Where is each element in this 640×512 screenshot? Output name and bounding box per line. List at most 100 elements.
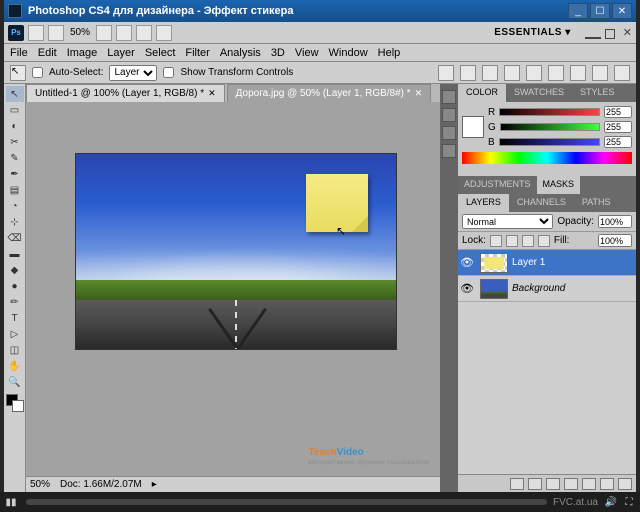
layer-name[interactable]: Background [512,283,565,294]
tab-adjustments[interactable]: ADJUSTMENTS [458,176,537,194]
menu-analysis[interactable]: Analysis [220,47,261,59]
mask-icon[interactable] [546,478,560,490]
menu-select[interactable]: Select [145,47,176,59]
blur-tool[interactable]: ● [6,278,24,294]
distribute-icon[interactable] [570,65,586,81]
layer-name[interactable]: Layer 1 [512,257,545,268]
panel-minimize-icon[interactable] [585,35,601,39]
seek-track[interactable] [26,499,547,505]
marquee-tool[interactable]: ▭ [6,102,24,118]
menu-view[interactable]: View [295,47,319,59]
dock-icon[interactable] [442,126,456,140]
link-icon[interactable] [510,478,524,490]
zoom-select[interactable]: 50% [68,26,92,39]
crop-tool[interactable]: ✎ [6,150,24,166]
path-tool[interactable]: ◫ [6,342,24,358]
layer-row[interactable]: 👁 Background [458,276,636,302]
arrange-icon[interactable] [136,25,152,41]
trash-icon[interactable] [618,478,632,490]
rotate-icon[interactable] [116,25,132,41]
align-icon[interactable] [482,65,498,81]
foreground-swatch[interactable] [462,116,484,138]
layer-row[interactable]: 👁 Layer 1 [458,250,636,276]
close-icon[interactable]: ✕ [208,88,216,99]
g-slider[interactable] [500,123,600,131]
color-spectrum[interactable] [462,152,632,164]
lock-all-icon[interactable] [538,235,550,247]
visibility-icon[interactable]: 👁 [458,282,476,295]
fill-field[interactable] [598,234,632,247]
distribute-icon[interactable] [592,65,608,81]
volume-icon[interactable]: 🔊 [604,495,618,509]
color-swatches[interactable] [6,390,24,412]
hand-tool[interactable]: 🔍 [6,374,24,390]
minimize-button[interactable] [568,3,588,19]
menu-filter[interactable]: Filter [185,47,209,59]
status-doc[interactable]: Doc: 1.66M/2.07M [60,479,142,490]
panel-restore-icon[interactable] [605,29,615,39]
align-icon[interactable] [548,65,564,81]
r-field[interactable] [604,106,632,118]
menu-help[interactable]: Help [378,47,401,59]
tab-masks[interactable]: MASKS [537,176,581,194]
stamp-tool[interactable]: ⊹ [6,214,24,230]
type-tool[interactable]: ▷ [6,326,24,342]
menu-layer[interactable]: Layer [107,47,135,59]
visibility-icon[interactable]: 👁 [458,256,476,269]
canvas-area[interactable]: ↖ [26,102,440,476]
show-transform-checkbox[interactable] [163,67,174,78]
eraser-tool[interactable]: ▬ [6,246,24,262]
gradient-tool[interactable]: ◆ [6,262,24,278]
healing-tool[interactable]: ▤ [6,182,24,198]
panel-close-icon[interactable]: ✕ [623,26,632,39]
eyedropper-tool[interactable]: ✒ [6,166,24,182]
b-field[interactable] [604,136,632,148]
brush-tool[interactable]: ◔ [6,198,24,214]
ps-logo[interactable]: Ps [8,25,24,41]
status-arrow-icon[interactable]: ▸ [152,479,157,490]
r-slider[interactable] [499,108,600,116]
auto-select-mode[interactable]: Layer [109,65,157,81]
align-icon[interactable] [438,65,454,81]
tab-color[interactable]: COLOR [458,84,506,102]
tab-swatches[interactable]: SWATCHES [506,84,572,102]
auto-select-checkbox[interactable] [32,67,43,78]
align-icon[interactable] [460,65,476,81]
tab-layers[interactable]: LAYERS [458,194,509,212]
doc-tab-0[interactable]: Untitled-1 @ 100% (Layer 1, RGB/8) * ✕ [26,84,225,102]
launch-bridge-icon[interactable] [28,25,44,41]
b-slider[interactable] [499,138,600,146]
history-brush-tool[interactable]: ⌫ [6,230,24,246]
fx-icon[interactable] [528,478,542,490]
opacity-field[interactable] [598,215,632,228]
dock-icon[interactable] [442,90,456,104]
distribute-icon[interactable] [614,65,630,81]
move-tool[interactable]: ↖ [6,86,24,102]
layer-thumbnail[interactable] [480,253,508,273]
dock-icon[interactable] [442,144,456,158]
lock-pixels-icon[interactable] [506,235,518,247]
tab-styles[interactable]: STYLES [572,84,623,102]
view-extras-icon[interactable] [48,25,64,41]
g-field[interactable] [604,121,632,133]
screen-mode-icon[interactable] [156,25,172,41]
shape-tool[interactable]: ✋ [6,358,24,374]
close-button[interactable] [612,3,632,19]
adjustment-icon[interactable] [564,478,578,490]
close-icon[interactable]: ✕ [415,88,423,99]
lock-transparency-icon[interactable] [490,235,502,247]
tab-paths[interactable]: PATHS [574,194,619,212]
lasso-tool[interactable]: ◐ [6,118,24,134]
maximize-button[interactable] [590,3,610,19]
workspace-switcher[interactable]: ESSENTIALS ▾ [494,27,571,38]
hand-icon[interactable] [96,25,112,41]
align-icon[interactable] [504,65,520,81]
pen-tool[interactable]: T [6,310,24,326]
blend-mode-select[interactable]: Normal [462,214,553,229]
current-tool-icon[interactable]: ↖ [10,65,26,81]
menu-file[interactable]: File [10,47,28,59]
lock-position-icon[interactable] [522,235,534,247]
menu-image[interactable]: Image [67,47,98,59]
fullscreen-icon[interactable]: ⛶ [622,495,636,509]
quick-select-tool[interactable]: ✂ [6,134,24,150]
